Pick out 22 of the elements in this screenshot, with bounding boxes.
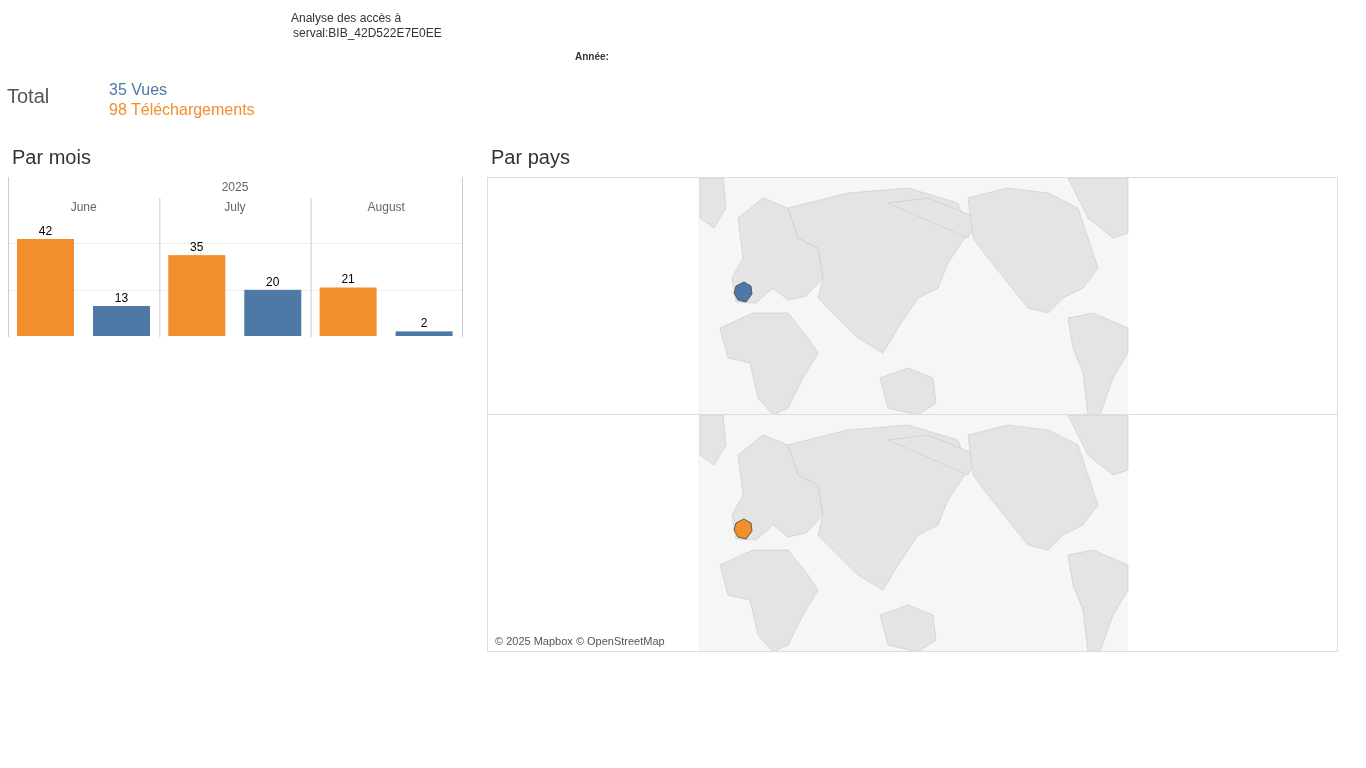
value-label: 35 (190, 240, 204, 255)
total-label: Total (7, 84, 51, 109)
year-header: 2025 (221, 180, 249, 194)
value-label: 2 (420, 316, 428, 331)
filter-label: Année: (575, 51, 609, 62)
map-attribution: © 2025 Mapbox © OpenStreetMap (493, 635, 667, 648)
map-panel[interactable]: © 2025 Mapbox © OpenStreetMap (487, 177, 1338, 652)
value-label: 42 (38, 224, 53, 238)
highlighted-country[interactable] (733, 518, 753, 540)
section-title: Par mois (11, 145, 92, 170)
report-title: serval:BIB_42D522E7E0EE (292, 26, 442, 41)
value-label: 21 (341, 272, 355, 287)
total-value: 98 Téléchargements (109, 100, 255, 120)
value-label: 20 (266, 274, 280, 289)
month-label: July (224, 200, 246, 214)
month-label: August (367, 200, 405, 214)
section-title: Par pays (490, 145, 571, 170)
month-label: June (70, 200, 97, 214)
report-title: Analyse des accès à (291, 11, 402, 26)
total-value: 35 Vues (109, 80, 168, 100)
value-label: 13 (114, 290, 129, 305)
highlighted-country[interactable] (733, 281, 753, 303)
